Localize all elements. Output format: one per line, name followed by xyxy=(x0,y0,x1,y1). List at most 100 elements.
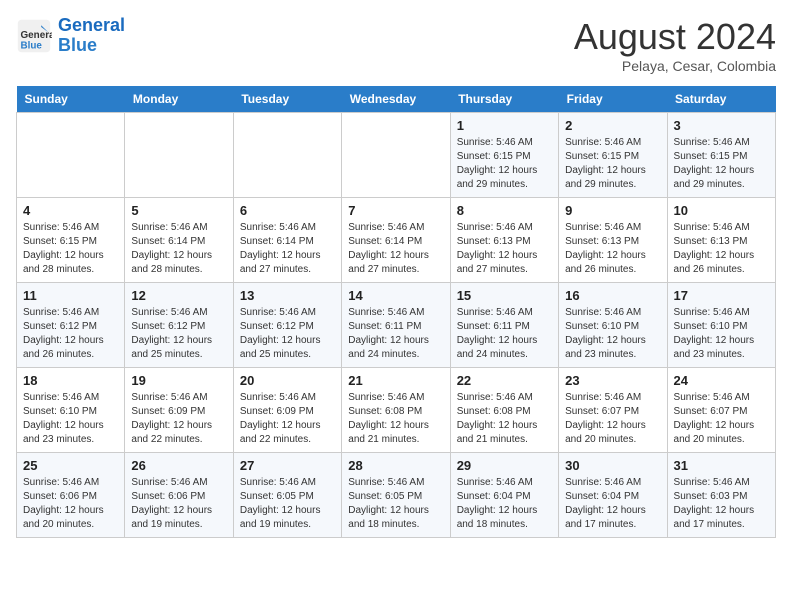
logo: General Blue GeneralBlue xyxy=(16,16,125,56)
calendar-cell: 7 Sunrise: 5:46 AM Sunset: 6:14 PM Daylig… xyxy=(342,198,450,283)
header-day: Wednesday xyxy=(342,86,450,113)
day-number: 7 xyxy=(348,203,443,218)
day-number: 1 xyxy=(457,118,552,133)
calendar-cell: 11 Sunrise: 5:46 AM Sunset: 6:12 PM Dayli… xyxy=(17,283,125,368)
calendar-week: 4 Sunrise: 5:46 AM Sunset: 6:15 PM Daylig… xyxy=(17,198,776,283)
day-number: 8 xyxy=(457,203,552,218)
day-number: 2 xyxy=(565,118,660,133)
calendar-cell: 31 Sunrise: 5:46 AM Sunset: 6:03 PM Dayli… xyxy=(667,453,775,538)
day-number: 27 xyxy=(240,458,335,473)
day-info: Sunrise: 5:46 AM Sunset: 6:06 PM Dayligh… xyxy=(131,476,226,532)
day-info: Sunrise: 5:46 AM Sunset: 6:06 PM Dayligh… xyxy=(23,476,118,532)
calendar-cell: 3Sunrise: 5:46 AM Sunset: 6:15 PM Daylig… xyxy=(667,113,775,198)
day-number: 30 xyxy=(565,458,660,473)
header-day: Thursday xyxy=(450,86,558,113)
calendar-cell: 14Sunrise: 5:46 AM Sunset: 6:11 PM Dayli… xyxy=(342,283,450,368)
calendar-cell: 20 Sunrise: 5:46 AM Sunset: 6:09 PM Dayli… xyxy=(233,368,341,453)
calendar-cell: 24Sunrise: 5:46 AM Sunset: 6:07 PM Dayli… xyxy=(667,368,775,453)
day-info: Sunrise: 5:46 AM Sunset: 6:09 PM Dayligh… xyxy=(240,391,335,447)
calendar-cell: 13 Sunrise: 5:46 AM Sunset: 6:12 PM Dayli… xyxy=(233,283,341,368)
day-number: 31 xyxy=(674,458,769,473)
day-number: 10 xyxy=(674,203,769,218)
day-number: 25 xyxy=(23,458,118,473)
calendar-cell: 9 Sunrise: 5:46 AM Sunset: 6:13 PM Daylig… xyxy=(559,198,667,283)
calendar-body: 1 Sunrise: 5:46 AM Sunset: 6:15 PM Daylig… xyxy=(17,113,776,538)
calendar-cell: 15 Sunrise: 5:46 AM Sunset: 6:11 PM Dayli… xyxy=(450,283,558,368)
header-day: Friday xyxy=(559,86,667,113)
day-number: 16 xyxy=(565,288,660,303)
day-info: Sunrise: 5:46 AM Sunset: 6:05 PM Dayligh… xyxy=(240,476,335,532)
header-day: Tuesday xyxy=(233,86,341,113)
calendar-cell: 17 Sunrise: 5:46 AM Sunset: 6:10 PM Dayli… xyxy=(667,283,775,368)
header-day: Monday xyxy=(125,86,233,113)
day-info: Sunrise: 5:46 AM Sunset: 6:13 PM Dayligh… xyxy=(457,221,552,277)
calendar-cell: 30 Sunrise: 5:46 AM Sunset: 6:04 PM Dayli… xyxy=(559,453,667,538)
header-row: SundayMondayTuesdayWednesdayThursdayFrid… xyxy=(17,86,776,113)
calendar-cell: 25 Sunrise: 5:46 AM Sunset: 6:06 PM Dayli… xyxy=(17,453,125,538)
calendar-cell: 26 Sunrise: 5:46 AM Sunset: 6:06 PM Dayli… xyxy=(125,453,233,538)
calendar-cell: 19 Sunrise: 5:46 AM Sunset: 6:09 PM Dayli… xyxy=(125,368,233,453)
calendar-cell: 18 Sunrise: 5:46 AM Sunset: 6:10 PM Dayli… xyxy=(17,368,125,453)
calendar-cell xyxy=(342,113,450,198)
day-info: Sunrise: 5:46 AM Sunset: 6:10 PM Dayligh… xyxy=(674,306,769,362)
day-info: Sunrise: 5:46 AM Sunset: 6:03 PM Dayligh… xyxy=(674,476,769,532)
day-number: 20 xyxy=(240,373,335,388)
day-info: Sunrise: 5:46 AM Sunset: 6:09 PM Dayligh… xyxy=(131,391,226,447)
day-info: Sunrise: 5:46 AM Sunset: 6:14 PM Dayligh… xyxy=(240,221,335,277)
calendar-cell xyxy=(233,113,341,198)
day-info: Sunrise: 5:46 AM Sunset: 6:04 PM Dayligh… xyxy=(457,476,552,532)
calendar-header: SundayMondayTuesdayWednesdayThursdayFrid… xyxy=(17,86,776,113)
day-info: Sunrise: 5:46 AM Sunset: 6:12 PM Dayligh… xyxy=(240,306,335,362)
location: Pelaya, Cesar, Colombia xyxy=(574,58,776,74)
day-info: Sunrise: 5:46 AM Sunset: 6:08 PM Dayligh… xyxy=(457,391,552,447)
day-info: Sunrise: 5:46 AM Sunset: 6:05 PM Dayligh… xyxy=(348,476,443,532)
calendar-week: 18 Sunrise: 5:46 AM Sunset: 6:10 PM Dayli… xyxy=(17,368,776,453)
day-info: Sunrise: 5:46 AM Sunset: 6:07 PM Dayligh… xyxy=(674,391,769,447)
page-header: General Blue GeneralBlue August 2024 Pel… xyxy=(16,16,776,74)
day-number: 28 xyxy=(348,458,443,473)
day-info: Sunrise: 5:46 AM Sunset: 6:10 PM Dayligh… xyxy=(565,306,660,362)
day-info: Sunrise: 5:46 AM Sunset: 6:14 PM Dayligh… xyxy=(131,221,226,277)
day-number: 11 xyxy=(23,288,118,303)
day-number: 18 xyxy=(23,373,118,388)
day-number: 29 xyxy=(457,458,552,473)
day-info: Sunrise: 5:46 AM Sunset: 6:13 PM Dayligh… xyxy=(674,221,769,277)
calendar-week: 25 Sunrise: 5:46 AM Sunset: 6:06 PM Dayli… xyxy=(17,453,776,538)
day-number: 6 xyxy=(240,203,335,218)
day-number: 4 xyxy=(23,203,118,218)
calendar-cell: 16 Sunrise: 5:46 AM Sunset: 6:10 PM Dayli… xyxy=(559,283,667,368)
day-number: 26 xyxy=(131,458,226,473)
day-number: 17 xyxy=(674,288,769,303)
calendar-cell: 8 Sunrise: 5:46 AM Sunset: 6:13 PM Daylig… xyxy=(450,198,558,283)
calendar-cell xyxy=(125,113,233,198)
day-info: Sunrise: 5:46 AM Sunset: 6:11 PM Dayligh… xyxy=(457,306,552,362)
calendar-cell: 4 Sunrise: 5:46 AM Sunset: 6:15 PM Daylig… xyxy=(17,198,125,283)
calendar-cell: 6 Sunrise: 5:46 AM Sunset: 6:14 PM Daylig… xyxy=(233,198,341,283)
month-year: August 2024 xyxy=(574,16,776,58)
calendar-cell: 27 Sunrise: 5:46 AM Sunset: 6:05 PM Dayli… xyxy=(233,453,341,538)
calendar-cell: 1Sunrise: 5:46 AM Sunset: 6:15 PM Daylig… xyxy=(450,113,558,198)
day-info: Sunrise: 5:46 AM Sunset: 6:13 PM Dayligh… xyxy=(565,221,660,277)
day-info: Sunrise: 5:46 AM Sunset: 6:11 PM Dayligh… xyxy=(348,306,443,362)
day-number: 21 xyxy=(348,373,443,388)
day-number: 9 xyxy=(565,203,660,218)
day-info: Sunrise: 5:46 AM Sunset: 6:12 PM Dayligh… xyxy=(23,306,118,362)
calendar-cell: 22 Sunrise: 5:46 AM Sunset: 6:08 PM Dayli… xyxy=(450,368,558,453)
header-day: Sunday xyxy=(17,86,125,113)
day-info: Sunrise: 5:46 AM Sunset: 6:15 PM Dayligh… xyxy=(23,221,118,277)
title-area: August 2024 Pelaya, Cesar, Colombia xyxy=(574,16,776,74)
day-info: Sunrise: 5:46 AM Sunset: 6:08 PM Dayligh… xyxy=(348,391,443,447)
day-info: Sunrise: 5:46 AM Sunset: 6:04 PM Dayligh… xyxy=(565,476,660,532)
calendar-cell xyxy=(17,113,125,198)
calendar-week: 11 Sunrise: 5:46 AM Sunset: 6:12 PM Dayli… xyxy=(17,283,776,368)
calendar-cell: 29 Sunrise: 5:46 AM Sunset: 6:04 PM Dayli… xyxy=(450,453,558,538)
day-number: 15 xyxy=(457,288,552,303)
day-number: 19 xyxy=(131,373,226,388)
day-number: 13 xyxy=(240,288,335,303)
calendar-cell: 2 Sunrise: 5:46 AM Sunset: 6:15 PM Daylig… xyxy=(559,113,667,198)
day-info: Sunrise: 5:46 AM Sunset: 6:10 PM Dayligh… xyxy=(23,391,118,447)
day-info: Sunrise: 5:46 AM Sunset: 6:14 PM Dayligh… xyxy=(348,221,443,277)
day-info: Sunrise: 5:46 AM Sunset: 6:15 PM Dayligh… xyxy=(565,136,660,192)
day-number: 22 xyxy=(457,373,552,388)
day-info: Sunrise: 5:46 AM Sunset: 6:07 PM Dayligh… xyxy=(565,391,660,447)
